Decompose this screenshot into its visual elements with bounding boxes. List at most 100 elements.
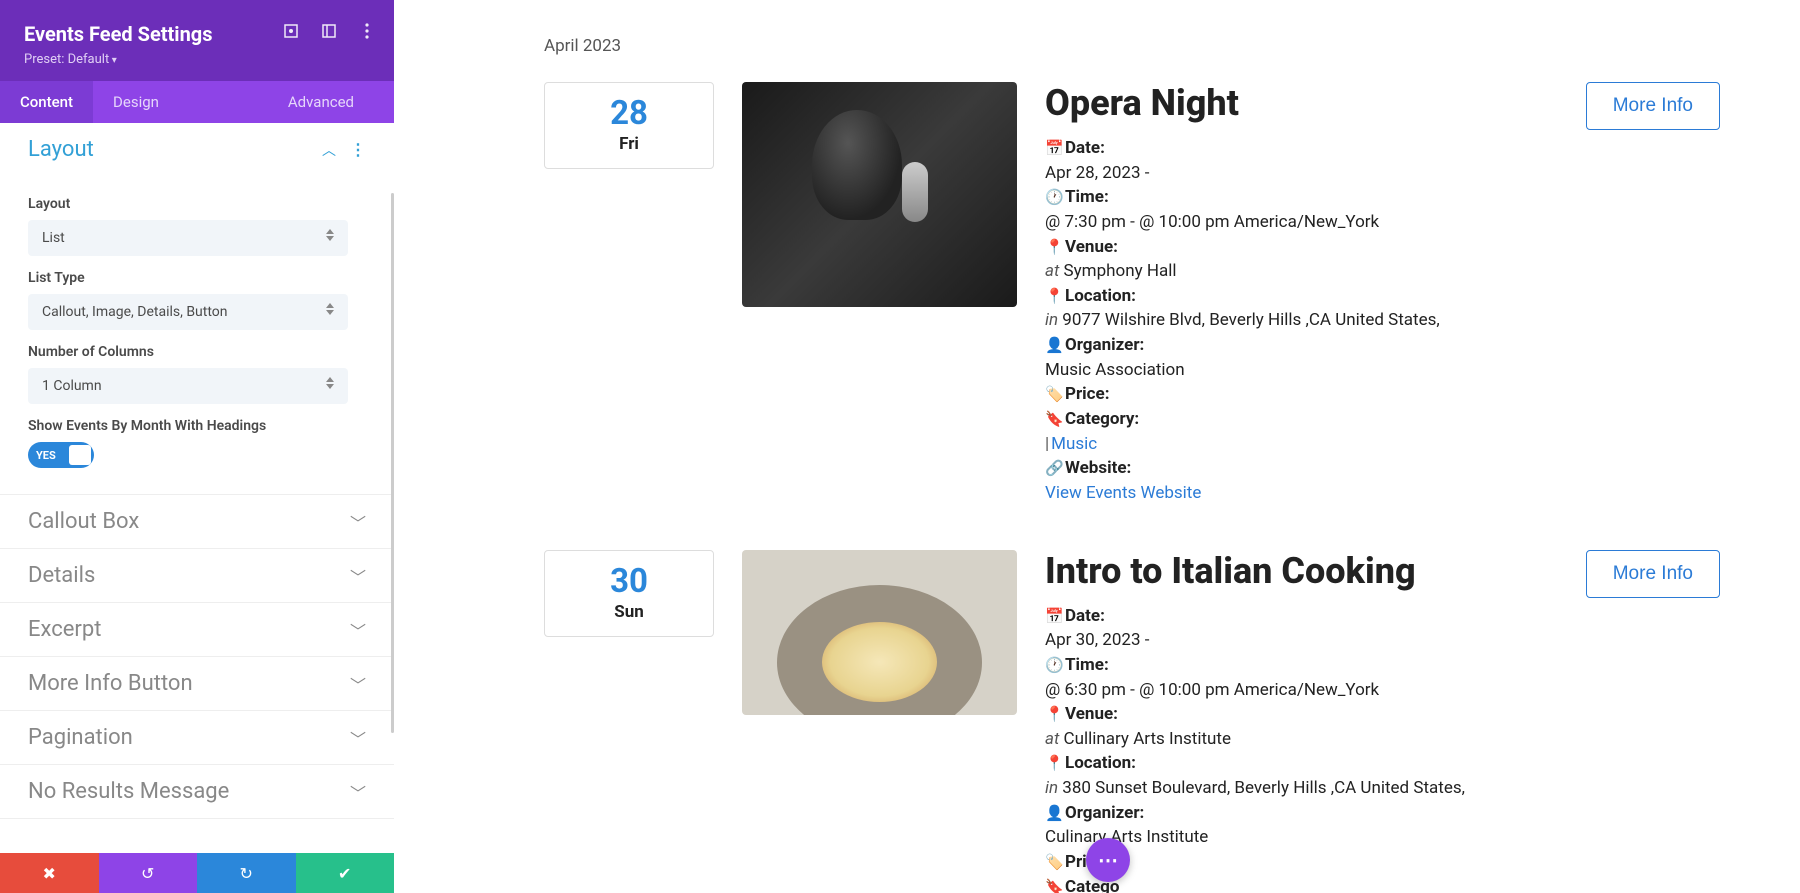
show-by-month-label: Show Events By Month With Headings [28, 418, 268, 434]
section-header-callout[interactable]: Callout Box ﹀ [0, 495, 394, 548]
section-excerpt: Excerpt ﹀ [0, 603, 394, 657]
show-by-month-toggle[interactable]: YES [28, 442, 94, 468]
venue-label: Venue: [1065, 237, 1118, 257]
section-header-pagination[interactable]: Pagination ﹀ [0, 711, 394, 764]
layout-content: Layout List List Type Callout, Image, De… [0, 176, 394, 494]
month-heading: April 2023 [544, 36, 1720, 56]
chevron-down-icon: ﹀ [350, 618, 366, 642]
organizer-value: Music Association [1045, 358, 1558, 383]
columns-select[interactable]: 1 Column [28, 368, 348, 404]
date-value: Apr 28, 2023 - [1045, 161, 1558, 186]
event-details: Opera Night 📅Date: Apr 28, 2023 - 🕐Time:… [1045, 82, 1558, 506]
website-link[interactable]: View Events Website [1045, 483, 1201, 503]
preset-selector[interactable]: Preset: Default [24, 52, 370, 67]
venue-value: at Symphony Hall [1045, 259, 1558, 284]
category-icon: 🔖 [1045, 877, 1061, 893]
location-value: in 380 Sunset Boulevard, Beverly Hills ,… [1045, 776, 1558, 801]
location-label: Location: [1065, 286, 1136, 306]
settings-tabs: Content Design Advanced [0, 81, 394, 123]
tab-content[interactable]: Content [0, 81, 93, 123]
sidebar-footer: ✖ ↺ ↻ ✔ [0, 853, 394, 893]
undo-button[interactable]: ↺ [99, 853, 198, 893]
time-label: Time: [1065, 655, 1109, 675]
callout-box: 30 Sun [544, 550, 714, 637]
pin-icon: 📍 [1045, 237, 1061, 259]
organizer-label: Organizer: [1065, 335, 1144, 355]
pin-icon: 📍 [1045, 704, 1061, 726]
website-label: Website: [1065, 458, 1131, 478]
event-details: Intro to Italian Cooking 📅Date: Apr 30, … [1045, 550, 1558, 893]
layout-field-label: Layout [28, 196, 366, 212]
list-type-label: List Type [28, 270, 366, 286]
more-info-button[interactable]: More Info [1586, 82, 1720, 130]
panel-icon[interactable] [320, 22, 338, 40]
event-card: 28 Fri Opera Night 📅Date: Apr 28, 2023 -… [544, 82, 1720, 506]
floating-action-button[interactable]: ⋯ [1086, 838, 1130, 882]
chevron-down-icon: ﹀ [350, 726, 366, 750]
section-icons: ︿ ⋮ [322, 140, 366, 160]
event-title: Opera Night [1045, 82, 1558, 124]
list-type-select[interactable]: Callout, Image, Details, Button [28, 294, 348, 330]
event-image [742, 82, 1017, 307]
venue-label: Venue: [1065, 704, 1118, 724]
category-label: Category: [1065, 409, 1139, 429]
save-button[interactable]: ✔ [296, 853, 395, 893]
time-value: @ 7:30 pm - @ 10:00 pm America/New_York [1045, 210, 1558, 235]
callout-weekday: Fri [545, 134, 713, 154]
tag-icon: 🏷️ [1045, 852, 1061, 874]
calendar-icon: 📅 [1045, 606, 1061, 628]
section-header-excerpt[interactable]: Excerpt ﹀ [0, 603, 394, 656]
chevron-down-icon: ﹀ [350, 780, 366, 804]
section-details: Details ﹀ [0, 549, 394, 603]
more-icon[interactable] [358, 22, 376, 40]
expand-icon[interactable] [282, 22, 300, 40]
section-title-layout: Layout [28, 137, 94, 162]
columns-label: Number of Columns [28, 344, 366, 360]
toggle-label: YES [36, 449, 56, 462]
person-icon: 👤 [1045, 335, 1061, 357]
more-info-button[interactable]: More Info [1586, 550, 1720, 598]
date-label: Date: [1065, 606, 1105, 626]
tab-advanced[interactable]: Advanced [268, 81, 394, 123]
close-button[interactable]: ✖ [0, 853, 99, 893]
person-icon: 👤 [1045, 803, 1061, 825]
section-no-results: No Results Message ﹀ [0, 765, 394, 819]
venue-value: at Cullinary Arts Institute [1045, 727, 1558, 752]
toggle-knob [69, 445, 91, 465]
layout-select[interactable]: List [28, 220, 348, 256]
section-callout-box: Callout Box ﹀ [0, 495, 394, 549]
header-icon-group [282, 22, 376, 40]
organizer-label: Organizer: [1065, 803, 1144, 823]
chevron-up-icon[interactable]: ︿ [322, 140, 336, 160]
tab-design[interactable]: Design [93, 81, 179, 123]
callout-day: 28 [545, 97, 713, 130]
chevron-down-icon: ﹀ [350, 672, 366, 696]
time-label: Time: [1065, 187, 1109, 207]
date-label: Date: [1065, 138, 1105, 158]
time-value: @ 6:30 pm - @ 10:00 pm America/New_York [1045, 678, 1558, 703]
clock-icon: 🕐 [1045, 187, 1061, 209]
sidebar-header: Events Feed Settings Preset: Default [0, 0, 394, 81]
section-header-layout[interactable]: Layout ︿ ⋮ [0, 123, 394, 176]
clock-icon: 🕐 [1045, 655, 1061, 677]
chevron-down-icon: ﹀ [350, 510, 366, 534]
redo-button[interactable]: ↻ [197, 853, 296, 893]
section-header-details[interactable]: Details ﹀ [0, 549, 394, 602]
location-value: in 9077 Wilshire Blvd, Beverly Hills ,CA… [1045, 308, 1558, 333]
section-more-icon[interactable]: ⋮ [350, 140, 366, 159]
section-pagination: Pagination ﹀ [0, 711, 394, 765]
pin-icon: 📍 [1045, 753, 1061, 775]
section-layout: Layout ︿ ⋮ Layout List List Type Callout… [0, 123, 394, 495]
chevron-down-icon: ﹀ [350, 564, 366, 588]
section-header-more-info[interactable]: More Info Button ﹀ [0, 657, 394, 710]
callout-day: 30 [545, 565, 713, 598]
pin-icon: 📍 [1045, 286, 1061, 308]
sidebar-body: Layout ︿ ⋮ Layout List List Type Callout… [0, 123, 394, 853]
category-link[interactable]: Music [1051, 434, 1097, 454]
event-card: 30 Sun Intro to Italian Cooking 📅Date: A… [544, 550, 1720, 893]
callout-weekday: Sun [545, 602, 713, 622]
location-label: Location: [1065, 753, 1136, 773]
callout-box: 28 Fri [544, 82, 714, 169]
section-header-no-results[interactable]: No Results Message ﹀ [0, 765, 394, 818]
tag-icon: 🏷️ [1045, 384, 1061, 406]
